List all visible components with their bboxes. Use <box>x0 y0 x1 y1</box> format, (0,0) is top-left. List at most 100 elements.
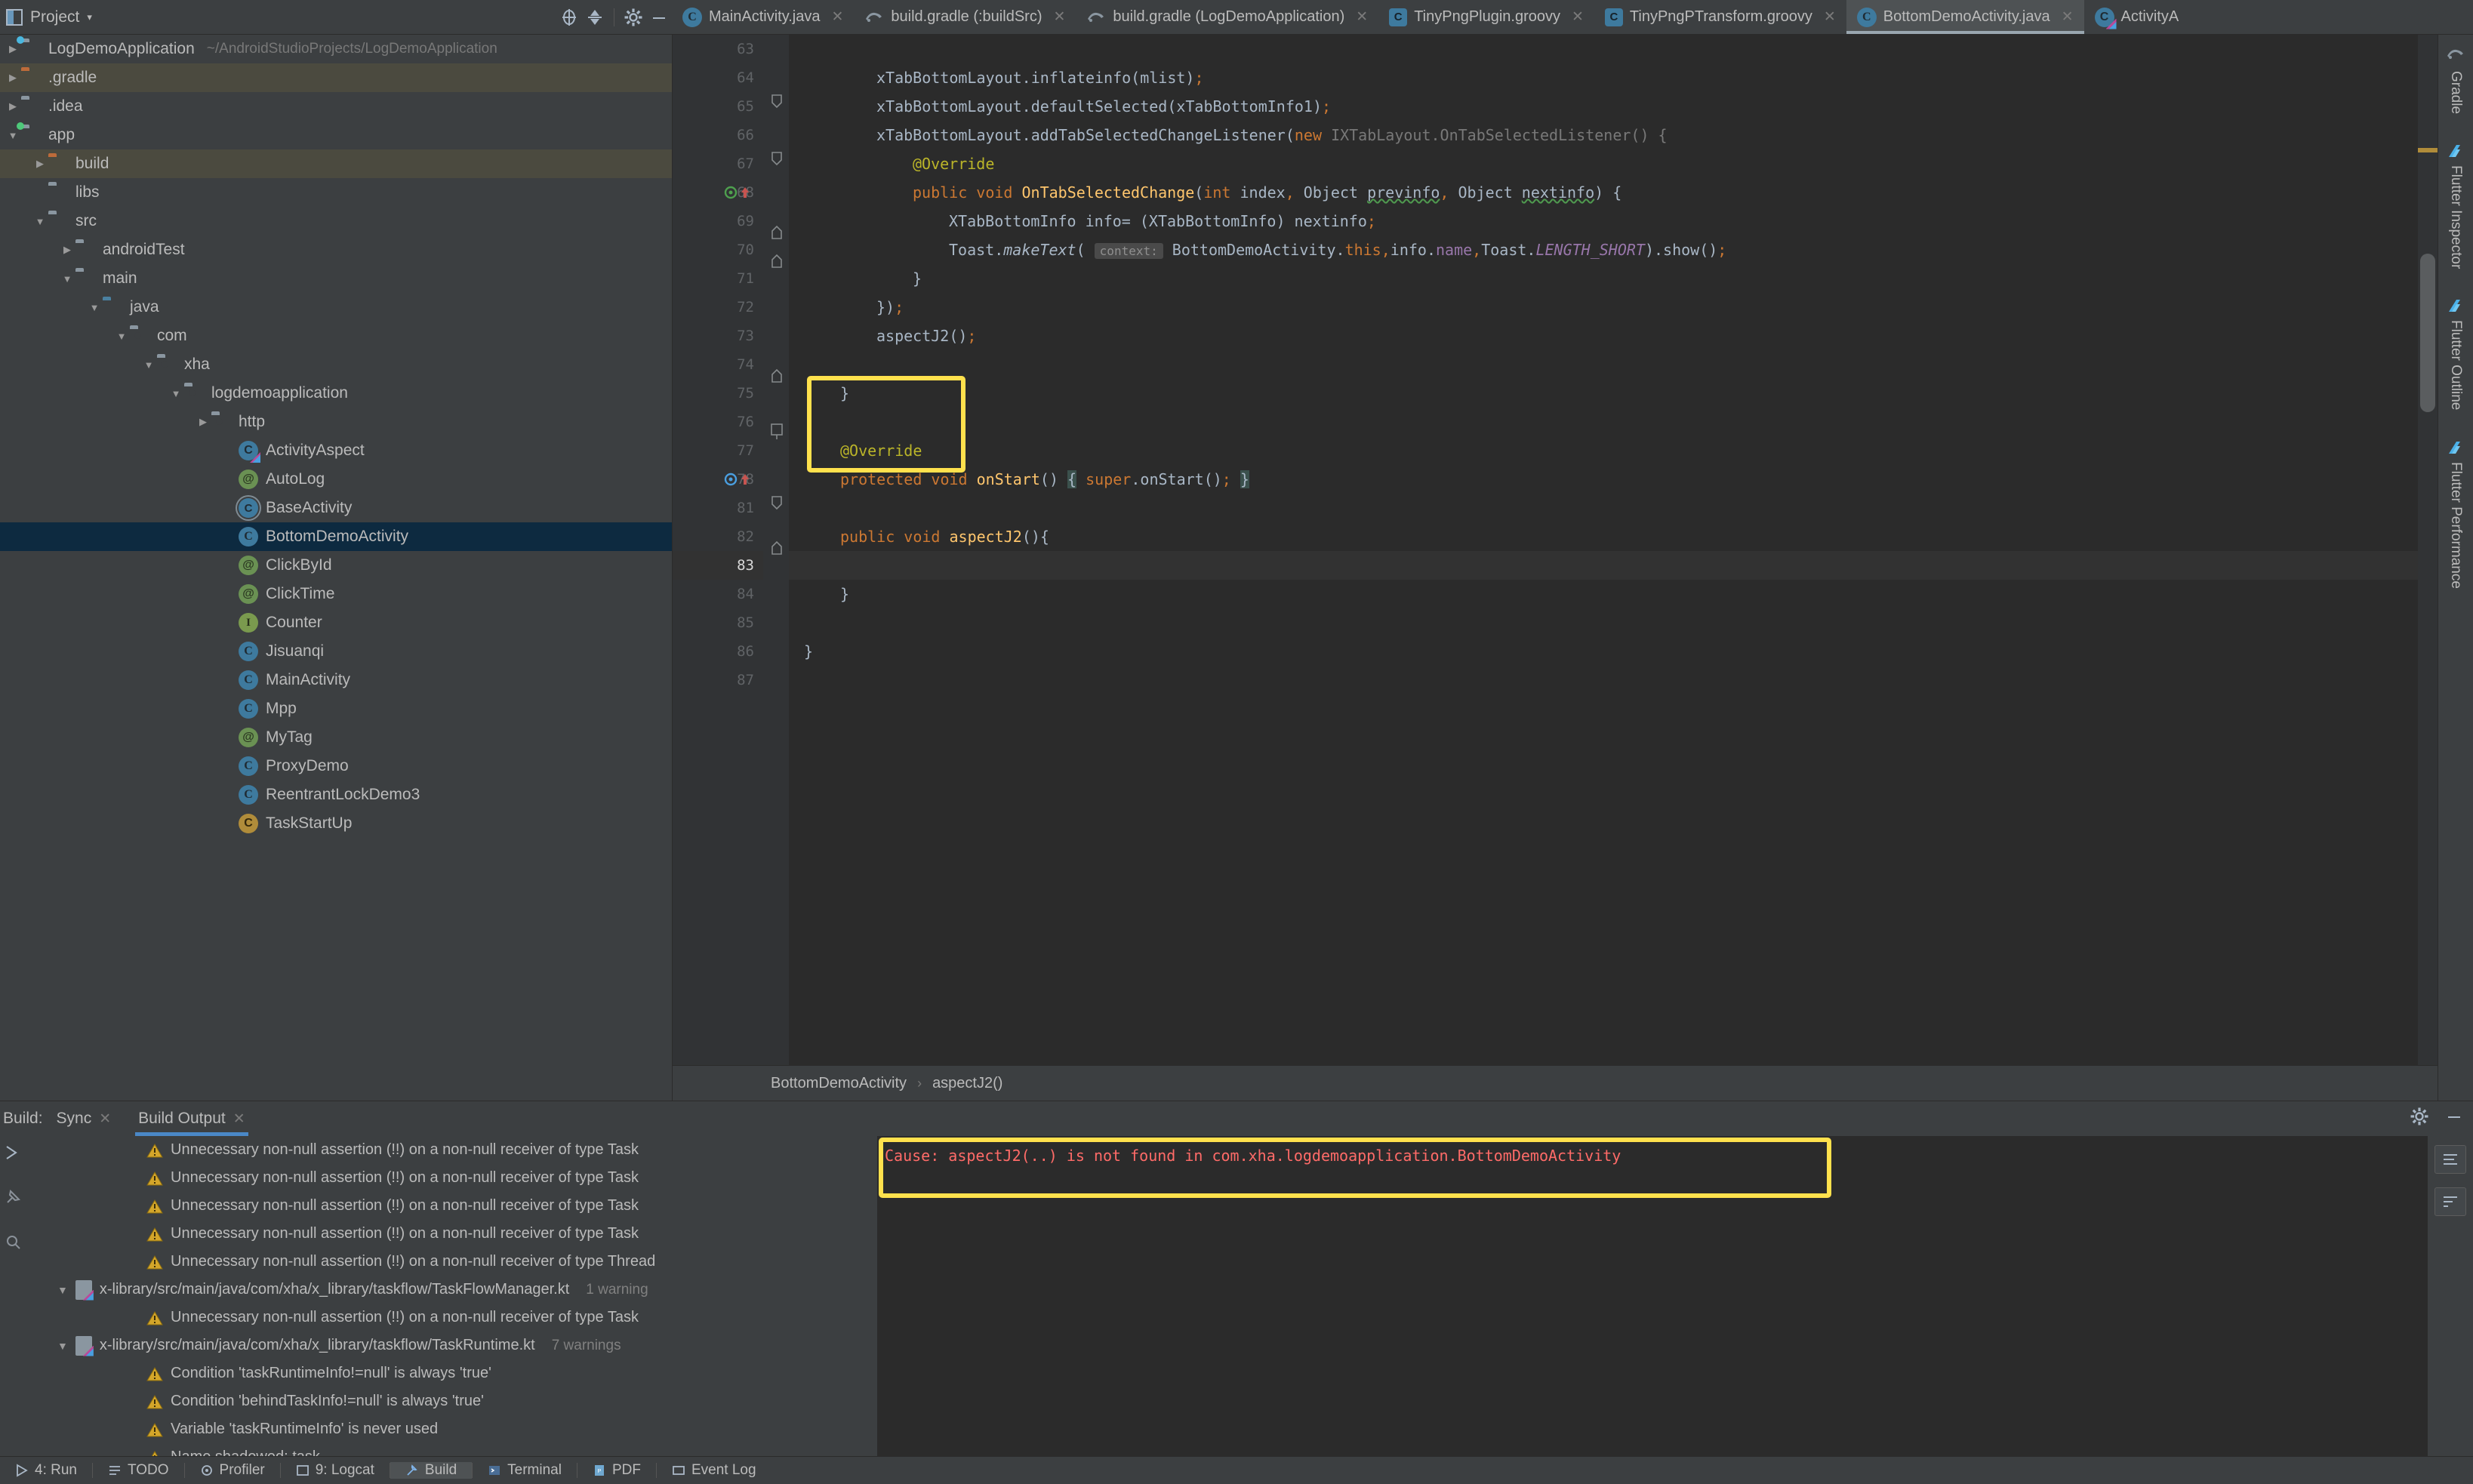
close-icon[interactable]: ✕ <box>99 1110 111 1128</box>
code-line-82[interactable]: public void aspectJ2(){ <box>789 522 2438 551</box>
twisty-icon[interactable]: ▶ <box>5 100 21 112</box>
build-gear-icon[interactable] <box>2410 1107 2444 1131</box>
code-line-81[interactable] <box>789 494 2438 522</box>
close-icon[interactable]: ✕ <box>1572 8 1584 26</box>
build-output-tree[interactable]: Unnecessary non-null assertion (!!) on a… <box>26 1136 877 1456</box>
twisty-icon[interactable]: ▼ <box>32 216 48 227</box>
editor-tab-tinypngptransform-groovy[interactable]: C TinyPngPTransform.groovy ✕ <box>1594 0 1846 34</box>
code-line-63[interactable] <box>789 35 2438 63</box>
fold-markers[interactable] <box>768 35 787 1065</box>
tree-node-src[interactable]: ▼ src <box>0 207 672 236</box>
project-tree[interactable]: ▶ LogDemoApplication ~/AndroidStudioProj… <box>0 35 673 1101</box>
tree-node-app[interactable]: ▼ app <box>0 121 672 149</box>
twisty-icon[interactable]: ▶ <box>32 158 48 170</box>
editor-scrollbar[interactable] <box>2418 35 2438 1065</box>
build-warning-row[interactable]: Name shadowed: task <box>26 1443 877 1456</box>
gutter-line-84[interactable]: 84 <box>673 580 763 608</box>
status-item-event-log[interactable]: Event Log <box>657 1462 771 1479</box>
tree-node-jisuanqi[interactable]: C Jisuanqi <box>0 637 672 666</box>
status-item-build[interactable]: Build <box>390 1462 473 1479</box>
build-side-buttons[interactable] <box>2428 1136 2473 1456</box>
editor-tab-activitya[interactable]: C ActivityA <box>2083 0 2190 34</box>
editor-tab-mainactivity-java[interactable]: C MainActivity.java ✕ <box>672 0 855 34</box>
build-warning-row[interactable]: Unnecessary non-null assertion (!!) on a… <box>26 1136 877 1164</box>
status-item-pdf[interactable]: P PDF <box>577 1462 656 1479</box>
code-line-75[interactable]: } <box>789 379 2438 408</box>
tree-node-main[interactable]: ▼ main <box>0 264 672 293</box>
wrap-text-icon[interactable] <box>2435 1145 2466 1174</box>
build-warning-row[interactable]: Unnecessary non-null assertion (!!) on a… <box>26 1164 877 1192</box>
tree-node-reentrantlockdemo3[interactable]: C ReentrantLockDemo3 <box>0 780 672 809</box>
code-line-84[interactable]: } <box>789 580 2438 608</box>
override-marker-line-68[interactable] <box>724 178 759 207</box>
right-tool-flutter-inspector[interactable]: Flutter Inspector <box>2447 144 2464 269</box>
twisty-icon[interactable]: ▼ <box>5 130 21 141</box>
gutter-line-72[interactable]: 72 <box>673 293 763 322</box>
twisty-icon[interactable]: ▶ <box>195 416 211 428</box>
editor-tab-bottomdemoactivity-java[interactable]: C BottomDemoActivity.java ✕ <box>1846 0 2084 34</box>
status-item-4-run[interactable]: 4: Run <box>0 1462 92 1479</box>
build-warning-row[interactable]: Unnecessary non-null assertion (!!) on a… <box>26 1192 877 1220</box>
gutter-line-85[interactable]: 85 <box>673 608 763 637</box>
tree-node-clickbyid[interactable]: @ ClickById <box>0 551 672 580</box>
gutter-line-82[interactable]: 82 <box>673 522 763 551</box>
gutter-line-76[interactable]: 76 <box>673 408 763 436</box>
tree-node-mytag[interactable]: @ MyTag <box>0 723 672 752</box>
code-line-85[interactable] <box>789 608 2438 637</box>
editor-code-area[interactable]: xTabBottomLayout.inflateinfo(mlist); xTab… <box>763 35 2438 1065</box>
status-item-terminal[interactable]: Terminal <box>473 1462 577 1479</box>
build-warning-row[interactable]: Unnecessary non-null assertion (!!) on a… <box>26 1220 877 1248</box>
editor-tab-tinypngplugin-groovy[interactable]: C TinyPngPlugin.groovy ✕ <box>1378 0 1594 34</box>
status-item-9-logcat[interactable]: 9: Logcat <box>281 1462 390 1479</box>
twisty-icon[interactable]: ▼ <box>113 331 130 342</box>
code-editor[interactable]: 6364656667686970717273747576777881828384… <box>673 35 2438 1101</box>
editor-marker-warning[interactable] <box>2418 148 2438 152</box>
code-line-73[interactable]: aspectJ2(); <box>789 322 2438 350</box>
twisty-icon[interactable]: ▶ <box>59 244 75 256</box>
gutter-line-70[interactable]: 70 <box>673 236 763 264</box>
gutter-line-67[interactable]: 67 <box>673 149 763 178</box>
collapse-all-icon[interactable] <box>582 5 608 30</box>
code-line-83[interactable] <box>789 551 2438 580</box>
right-tool-flutter-outline[interactable]: Flutter Outline <box>2447 299 2464 411</box>
twisty-icon[interactable]: ▶ <box>5 43 21 55</box>
editor-tab-build-gradle-buildsrc-[interactable]: build.gradle (:buildSrc) ✕ <box>854 0 1076 34</box>
tree-node--idea[interactable]: ▶ .idea <box>0 92 672 121</box>
tree-node-libs[interactable]: libs <box>0 178 672 207</box>
gutter-line-69[interactable]: 69 <box>673 207 763 236</box>
code-line-67[interactable]: @Override <box>789 149 2438 178</box>
code-line-65[interactable]: xTabBottomLayout.defaultSelected(xTabBot… <box>789 92 2438 121</box>
code-line-78[interactable]: protected void onStart() { super.onStart… <box>789 465 2438 494</box>
tree-node--gradle[interactable]: ▶ .gradle <box>0 63 672 92</box>
locate-icon[interactable] <box>556 5 582 30</box>
sort-icon[interactable] <box>2435 1187 2466 1216</box>
close-icon[interactable]: ✕ <box>831 8 843 26</box>
pin-icon[interactable] <box>4 1188 22 1210</box>
twisty-icon[interactable]: ▼ <box>57 1284 68 1296</box>
gutter-line-83[interactable]: 83 <box>673 551 763 580</box>
close-icon[interactable]: ✕ <box>1824 8 1836 26</box>
gutter-line-71[interactable]: 71 <box>673 264 763 293</box>
build-warning-row[interactable]: Variable 'taskRuntimeInfo' is never used <box>26 1415 877 1443</box>
status-item-todo[interactable]: TODO <box>93 1462 184 1479</box>
project-root-row[interactable]: ▶ LogDemoApplication ~/AndroidStudioProj… <box>0 35 672 63</box>
close-icon[interactable]: ✕ <box>1356 8 1368 26</box>
right-tool-flutter-performance[interactable]: Flutter Performance <box>2447 441 2464 589</box>
build-output-detail[interactable]: Cause: aspectJ2(..) is not found in com.… <box>877 1136 2428 1456</box>
close-icon[interactable]: ✕ <box>233 1110 245 1128</box>
tree-node-autolog[interactable]: @ AutoLog <box>0 465 672 494</box>
tree-node-mpp[interactable]: C Mpp <box>0 694 672 723</box>
tree-node-build[interactable]: ▶ build <box>0 149 672 178</box>
twisty-icon[interactable]: ▼ <box>57 1340 68 1352</box>
editor-body[interactable]: 6364656667686970717273747576777881828384… <box>673 35 2438 1065</box>
gutter-line-87[interactable]: 87 <box>673 666 763 694</box>
twisty-icon[interactable]: ▼ <box>140 359 157 371</box>
tree-node-mainactivity[interactable]: C MainActivity <box>0 666 672 694</box>
code-line-64[interactable]: xTabBottomLayout.inflateinfo(mlist); <box>789 63 2438 92</box>
gutter-line-63[interactable]: 63 <box>673 35 763 63</box>
code-line-66[interactable]: xTabBottomLayout.addTabSelectedChangeLis… <box>789 121 2438 149</box>
editor-code-lines[interactable]: xTabBottomLayout.inflateinfo(mlist); xTab… <box>789 35 2438 1065</box>
tree-node-xha[interactable]: ▼ xha <box>0 350 672 379</box>
build-tab-sync[interactable]: Sync ✕ <box>43 1101 125 1136</box>
gutter-line-77[interactable]: 77 <box>673 436 763 465</box>
